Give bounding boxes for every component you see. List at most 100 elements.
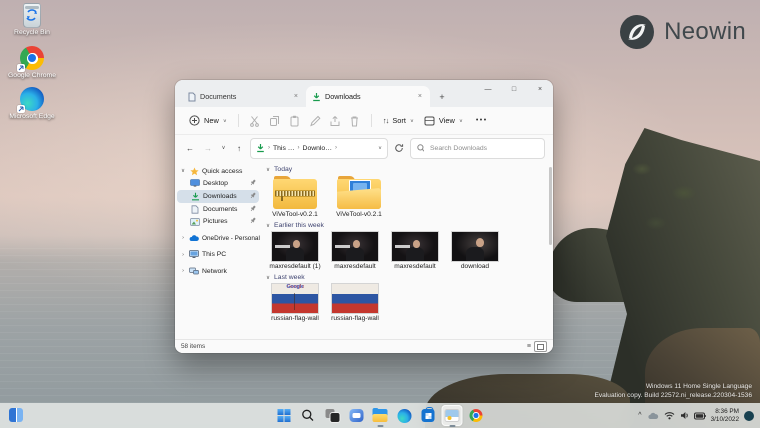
breadcrumb-this-pc[interactable]: This … <box>273 145 295 152</box>
file-item-flag[interactable]: Google russian-flag-wall <box>266 284 324 323</box>
windows-logo-icon <box>278 409 291 422</box>
start-button[interactable] <box>274 405 295 426</box>
expand-chevron-icon[interactable]: › <box>180 235 186 241</box>
sidebar-item-documents[interactable]: Documents <box>177 203 259 216</box>
expand-chevron-icon[interactable]: › <box>180 268 186 274</box>
chevron-down-icon: ∨ <box>223 118 227 123</box>
rename-button[interactable] <box>305 113 325 129</box>
cut-button[interactable] <box>245 113 265 129</box>
sidebar-label: Network <box>202 268 227 275</box>
group-header-today[interactable]: ∨ Today <box>266 166 545 173</box>
search-box[interactable] <box>410 138 545 159</box>
desktop-icon-recycle-bin[interactable]: Recycle Bin <box>4 2 60 37</box>
image-thumbnail <box>452 232 498 261</box>
desktop-icons: Recycle Bin Google Chrome Microsoft Edge <box>4 2 60 127</box>
sidebar-item-onedrive[interactable]: › OneDrive - Personal <box>177 232 259 245</box>
zipped-folder-icon <box>273 176 317 209</box>
tray-time: 8:36 PM <box>711 408 739 416</box>
tab-close-icon[interactable]: × <box>416 93 424 100</box>
copy-button[interactable] <box>265 113 285 129</box>
titlebar[interactable]: Documents × Downloads × + — □ × <box>175 80 553 107</box>
paste-button[interactable] <box>285 113 305 129</box>
group-header-earlier[interactable]: ∨ Earlier this week <box>266 222 545 229</box>
neowin-watermark: Neowin <box>619 14 746 50</box>
file-item-image[interactable]: maxresdefault <box>326 232 384 271</box>
download-arrow-icon <box>190 191 200 201</box>
new-tab-button[interactable]: + <box>434 89 450 105</box>
chrome-button[interactable] <box>466 405 487 426</box>
vertical-scrollbar[interactable] <box>549 165 552 335</box>
new-button[interactable]: New ∨ <box>184 112 232 129</box>
store-button[interactable] <box>418 405 439 426</box>
file-item-image[interactable]: maxresdefault <box>386 232 444 271</box>
file-list: ∨ Today ViVeTool-v0.2.1 ViVeTool- <box>261 161 553 339</box>
sidebar-item-downloads[interactable]: Downloads <box>177 190 259 203</box>
expand-chevron-icon[interactable]: › <box>180 252 186 258</box>
up-button[interactable]: ↑ <box>232 144 246 153</box>
address-bar[interactable]: › This … › Downlo… › ∨ <box>250 138 388 159</box>
back-button[interactable]: ← <box>183 144 197 153</box>
group-header-last-week[interactable]: ∨ Last week <box>266 274 545 281</box>
status-bar: 58 items ≡ <box>175 339 553 353</box>
flag-thumbnail: Google <box>272 284 318 313</box>
sidebar-item-quick-access[interactable]: ∨ Quick access <box>177 165 259 178</box>
expand-chevron-icon[interactable]: ∨ <box>180 168 186 174</box>
view-button[interactable]: View ∨ <box>419 113 468 129</box>
delete-button[interactable] <box>345 113 365 129</box>
file-item-image[interactable]: download <box>446 232 504 271</box>
chat-button[interactable] <box>346 405 367 426</box>
desktop-icon-google-chrome[interactable]: Google Chrome <box>4 45 60 80</box>
volume-icon[interactable] <box>680 411 689 420</box>
recent-locations-chevron[interactable]: ∨ <box>219 145 228 151</box>
clock[interactable]: 8:36 PM 3/10/2022 <box>711 408 739 424</box>
sidebar-item-desktop[interactable]: Desktop <box>177 178 259 191</box>
scrollbar-thumb[interactable] <box>549 167 552 245</box>
search-button[interactable] <box>298 405 319 426</box>
collapse-chevron-icon[interactable]: ∨ <box>266 275 270 281</box>
forward-button[interactable]: → <box>201 144 215 153</box>
tab-downloads[interactable]: Downloads × <box>306 86 430 107</box>
minimize-button[interactable]: — <box>475 80 501 98</box>
titlebar-drag-region[interactable] <box>450 80 475 107</box>
file-item-folder[interactable]: ViVeTool-v0.2.1 <box>330 176 388 219</box>
close-button[interactable]: × <box>527 80 553 98</box>
tray-cloud-icon[interactable] <box>647 412 659 420</box>
file-item-flag[interactable]: russian-flag-wall <box>326 284 384 323</box>
details-view-button[interactable]: ≡ <box>527 343 531 350</box>
large-icons-view-button[interactable] <box>534 341 547 352</box>
task-view-button[interactable] <box>322 405 343 426</box>
share-button[interactable] <box>325 113 345 129</box>
sidebar-item-pictures[interactable]: Pictures <box>177 215 259 228</box>
wifi-icon[interactable] <box>664 411 675 420</box>
sort-button[interactable]: ↑↓ Sort ∨ <box>378 113 419 128</box>
collapse-chevron-icon[interactable]: ∨ <box>266 223 270 229</box>
maximize-button[interactable]: □ <box>501 80 527 98</box>
file-explorer-button[interactable] <box>370 405 391 426</box>
edge-button[interactable] <box>394 405 415 426</box>
breadcrumb-downloads[interactable]: Downlo… <box>303 145 332 152</box>
group-label: Today <box>274 166 292 173</box>
search-input[interactable] <box>428 144 538 153</box>
tray-chevron-up-icon[interactable]: ^ <box>638 412 641 419</box>
file-item-zip[interactable]: ViVeTool-v0.2.1 <box>266 176 324 219</box>
tab-documents[interactable]: Documents × <box>182 86 306 107</box>
document-icon <box>188 92 196 102</box>
file-name: russian-flag-wall <box>271 315 319 323</box>
collapse-chevron-icon[interactable]: ∨ <box>266 167 270 173</box>
address-dropdown-chevron[interactable]: ∨ <box>378 146 382 151</box>
tab-close-icon[interactable]: × <box>292 93 300 100</box>
sidebar-item-network[interactable]: › Network <box>177 265 259 278</box>
see-more-button[interactable]: ••• <box>476 117 488 124</box>
widgets-icon[interactable] <box>9 408 23 422</box>
watermark-line1: Windows 11 Home Single Language <box>594 382 752 391</box>
desktop-icon-microsoft-edge[interactable]: Microsoft Edge <box>4 86 60 121</box>
file-item-image[interactable]: maxresdefault (1) <box>266 232 324 271</box>
notification-badge[interactable] <box>744 411 754 421</box>
sidebar-item-this-pc[interactable]: › This PC <box>177 249 259 262</box>
refresh-button[interactable] <box>392 143 406 153</box>
pin-icon <box>250 205 256 214</box>
window-controls: — □ × <box>475 80 553 107</box>
active-app-button[interactable] <box>442 405 463 426</box>
battery-icon[interactable] <box>694 412 706 420</box>
chevron-down-icon: ∨ <box>459 118 463 123</box>
